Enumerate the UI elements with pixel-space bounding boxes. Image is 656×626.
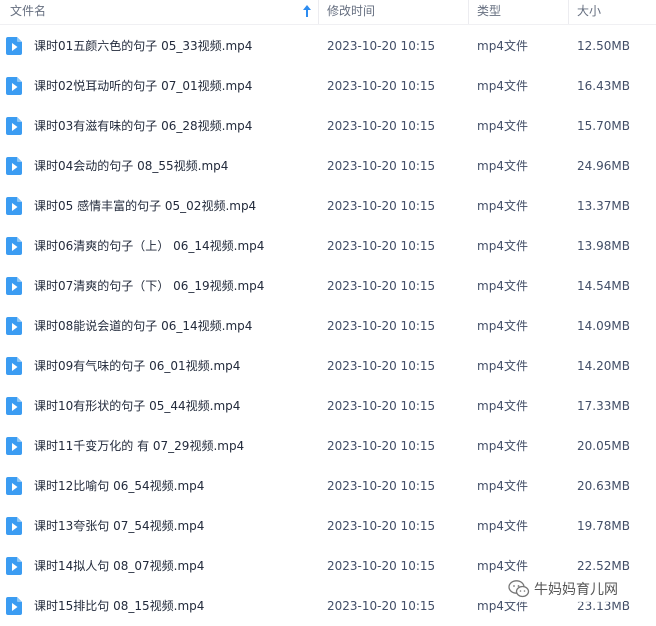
file-name[interactable]: 课时02悦耳动听的句子 07_01视频.mp4	[34, 66, 252, 106]
file-modified-time: 2023-10-20 10:15	[327, 599, 436, 613]
file-row[interactable]: 课时09有气味的句子 06_01视频.mp4 2023-10-20 10:15 …	[0, 346, 656, 386]
file-type: mp4文件	[477, 319, 528, 333]
sort-ascending-icon[interactable]	[302, 4, 312, 18]
file-size: 14.20MB	[577, 359, 630, 373]
file-type: mp4文件	[477, 159, 528, 173]
file-name[interactable]: 课时07清爽的句子（下） 06_19视频.mp4	[34, 266, 264, 306]
file-size: 20.63MB	[577, 479, 630, 493]
video-file-icon	[6, 557, 22, 575]
file-name[interactable]: 课时01五颜六色的句子 05_33视频.mp4	[34, 26, 252, 66]
video-file-icon	[6, 517, 22, 535]
file-modified-time: 2023-10-20 10:15	[327, 559, 436, 573]
file-size: 14.09MB	[577, 319, 630, 333]
file-row[interactable]: 课时02悦耳动听的句子 07_01视频.mp4 2023-10-20 10:15…	[0, 66, 656, 106]
file-modified-time: 2023-10-20 10:15	[327, 279, 436, 293]
file-type: mp4文件	[477, 279, 528, 293]
file-name[interactable]: 课时04会动的句子 08_55视频.mp4	[34, 146, 228, 186]
video-file-icon	[6, 477, 22, 495]
file-name[interactable]: 课时09有气味的句子 06_01视频.mp4	[34, 346, 240, 386]
column-header-size[interactable]: 大小	[577, 0, 601, 24]
file-row[interactable]: 课时06清爽的句子（上） 06_14视频.mp4 2023-10-20 10:1…	[0, 226, 656, 266]
file-type: mp4文件	[477, 39, 528, 53]
file-size: 24.96MB	[577, 159, 630, 173]
video-file-icon	[6, 397, 22, 415]
file-size: 20.05MB	[577, 439, 630, 453]
file-type: mp4文件	[477, 479, 528, 493]
column-header-type[interactable]: 类型	[477, 0, 501, 24]
file-type: mp4文件	[477, 359, 528, 373]
file-modified-time: 2023-10-20 10:15	[327, 199, 436, 213]
file-size: 13.98MB	[577, 239, 630, 253]
file-modified-time: 2023-10-20 10:15	[327, 439, 436, 453]
file-row[interactable]: 课时07清爽的句子（下） 06_19视频.mp4 2023-10-20 10:1…	[0, 266, 656, 306]
file-type: mp4文件	[477, 119, 528, 133]
file-row[interactable]: 课时03有滋有味的句子 06_28视频.mp4 2023-10-20 10:15…	[0, 106, 656, 146]
video-file-icon	[6, 317, 22, 335]
file-row[interactable]: 课时12比喻句 06_54视频.mp4 2023-10-20 10:15 mp4…	[0, 466, 656, 506]
video-file-icon	[6, 37, 22, 55]
video-file-icon	[6, 357, 22, 375]
file-modified-time: 2023-10-20 10:15	[327, 239, 436, 253]
video-file-icon	[6, 597, 22, 615]
file-name[interactable]: 课时06清爽的句子（上） 06_14视频.mp4	[34, 226, 264, 266]
file-name[interactable]: 课时13夸张句 07_54视频.mp4	[34, 506, 204, 546]
file-size: 13.37MB	[577, 199, 630, 213]
file-name[interactable]: 课时11千变万化的 有 07_29视频.mp4	[34, 426, 244, 466]
file-list-header: 文件名 修改时间 类型 大小	[0, 0, 656, 25]
column-divider[interactable]	[318, 0, 319, 24]
file-row[interactable]: 课时05 感情丰富的句子 05_02视频.mp4 2023-10-20 10:1…	[0, 186, 656, 226]
file-row[interactable]: 课时10有形状的句子 05_44视频.mp4 2023-10-20 10:15 …	[0, 386, 656, 426]
file-type: mp4文件	[477, 199, 528, 213]
file-name[interactable]: 课时10有形状的句子 05_44视频.mp4	[34, 386, 240, 426]
file-row[interactable]: 课时08能说会道的句子 06_14视频.mp4 2023-10-20 10:15…	[0, 306, 656, 346]
file-modified-time: 2023-10-20 10:15	[327, 479, 436, 493]
watermark-text: 牛妈妈育儿网	[534, 582, 618, 598]
video-file-icon	[6, 157, 22, 175]
file-name[interactable]: 课时12比喻句 06_54视频.mp4	[34, 466, 204, 506]
file-modified-time: 2023-10-20 10:15	[327, 399, 436, 413]
watermark: 牛妈妈育儿网	[508, 576, 624, 602]
file-type: mp4文件	[477, 79, 528, 93]
video-file-icon	[6, 77, 22, 95]
file-size: 15.70MB	[577, 119, 630, 133]
file-modified-time: 2023-10-20 10:15	[327, 159, 436, 173]
video-file-icon	[6, 237, 22, 255]
file-name[interactable]: 课时15排比句 08_15视频.mp4	[34, 586, 204, 626]
file-size: 12.50MB	[577, 39, 630, 53]
file-size: 19.78MB	[577, 519, 630, 533]
file-row[interactable]: 课时13夸张句 07_54视频.mp4 2023-10-20 10:15 mp4…	[0, 506, 656, 546]
file-list: 课时01五颜六色的句子 05_33视频.mp4 2023-10-20 10:15…	[0, 26, 656, 626]
file-type: mp4文件	[477, 239, 528, 253]
file-modified-time: 2023-10-20 10:15	[327, 79, 436, 93]
file-modified-time: 2023-10-20 10:15	[327, 319, 436, 333]
file-name[interactable]: 课时14拟人句 08_07视频.mp4	[34, 546, 204, 586]
file-modified-time: 2023-10-20 10:15	[327, 39, 436, 53]
file-size: 14.54MB	[577, 279, 630, 293]
file-modified-time: 2023-10-20 10:15	[327, 119, 436, 133]
column-divider[interactable]	[468, 0, 469, 24]
file-name[interactable]: 课时03有滋有味的句子 06_28视频.mp4	[34, 106, 252, 146]
file-modified-time: 2023-10-20 10:15	[327, 359, 436, 373]
file-type: mp4文件	[477, 519, 528, 533]
wechat-icon	[508, 580, 530, 598]
file-name[interactable]: 课时05 感情丰富的句子 05_02视频.mp4	[34, 186, 256, 226]
column-header-modified[interactable]: 修改时间	[327, 0, 375, 24]
column-header-name[interactable]: 文件名	[10, 0, 310, 24]
file-type: mp4文件	[477, 439, 528, 453]
video-file-icon	[6, 437, 22, 455]
video-file-icon	[6, 277, 22, 295]
file-size: 17.33MB	[577, 399, 630, 413]
file-type: mp4文件	[477, 399, 528, 413]
file-size: 16.43MB	[577, 79, 630, 93]
column-divider[interactable]	[568, 0, 569, 24]
video-file-icon	[6, 117, 22, 135]
file-name[interactable]: 课时08能说会道的句子 06_14视频.mp4	[34, 306, 252, 346]
file-row[interactable]: 课时01五颜六色的句子 05_33视频.mp4 2023-10-20 10:15…	[0, 26, 656, 66]
video-file-icon	[6, 197, 22, 215]
file-row[interactable]: 课时04会动的句子 08_55视频.mp4 2023-10-20 10:15 m…	[0, 146, 656, 186]
file-row[interactable]: 课时11千变万化的 有 07_29视频.mp4 2023-10-20 10:15…	[0, 426, 656, 466]
file-modified-time: 2023-10-20 10:15	[327, 519, 436, 533]
